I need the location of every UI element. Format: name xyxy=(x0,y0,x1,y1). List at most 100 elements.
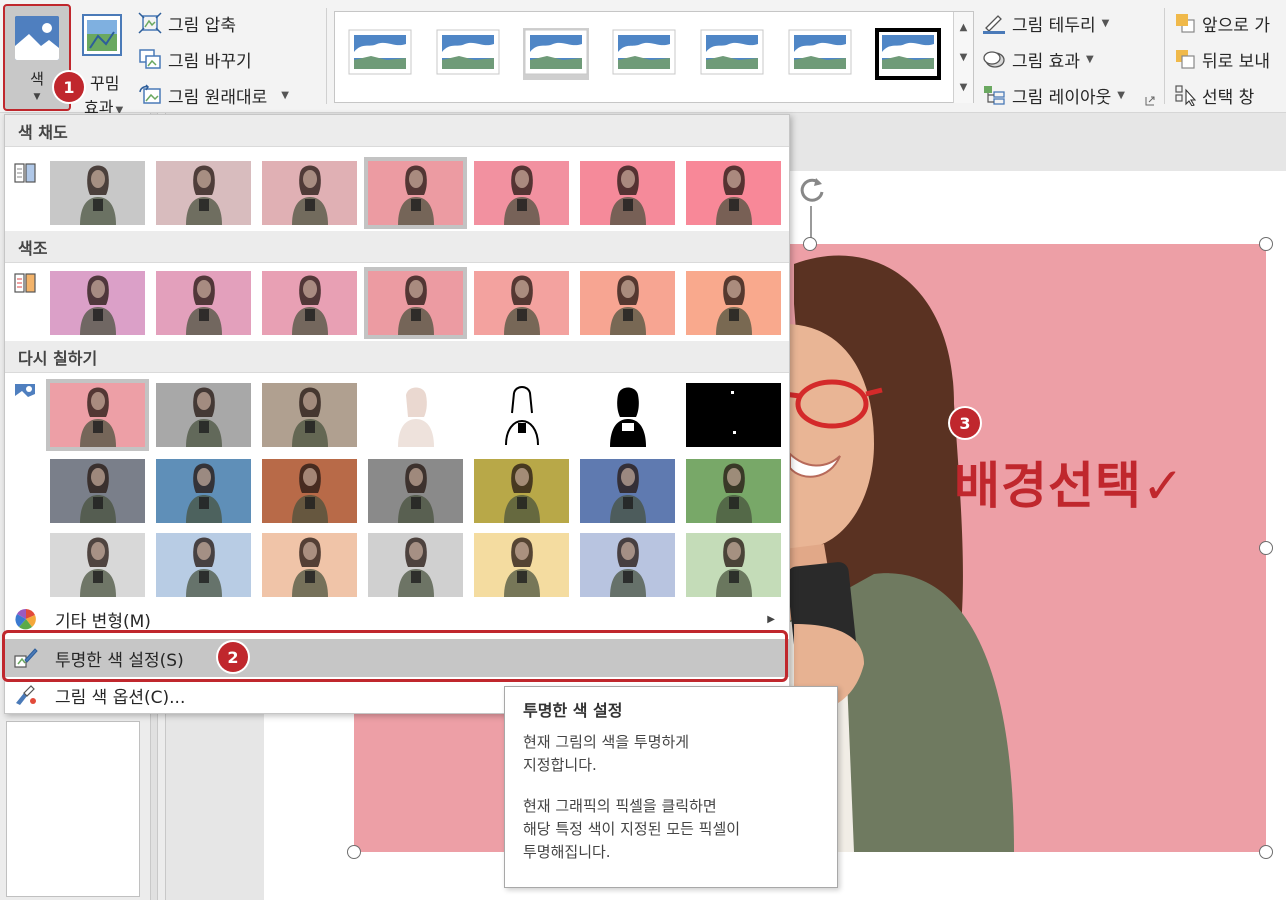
tone-icon xyxy=(13,271,37,295)
recolor-swatch-3-4[interactable] xyxy=(368,533,463,597)
compress-icon xyxy=(138,12,162,34)
recolor-swatch-1-3[interactable] xyxy=(262,383,357,447)
artistic-effects-icon xyxy=(82,14,122,56)
recolor-swatch-3-6[interactable] xyxy=(580,533,675,597)
picture-effects-icon xyxy=(982,48,1006,70)
tooltip-title: 투명한 색 설정 xyxy=(523,701,623,720)
saturation-swatch-1[interactable] xyxy=(50,161,145,225)
ribbon-separator xyxy=(326,8,327,104)
reset-picture-label: 그림 원래대로 xyxy=(168,87,268,108)
change-picture-button[interactable]: 그림 바꾸기 xyxy=(138,46,252,72)
recolor-swatch-1-5[interactable] xyxy=(474,383,569,447)
recolor-swatch-2-5[interactable] xyxy=(474,459,569,523)
resize-handle-right[interactable] xyxy=(1259,541,1273,555)
tone-swatch-4[interactable] xyxy=(364,267,467,339)
color-dropdown-menu: 색 채도 색조 다시 칠하기 기타 변형(M) ▶ 투명한 색 설정(S) 그림… xyxy=(4,114,790,714)
gallery-scroll-up-button[interactable]: ▲ xyxy=(953,12,973,42)
picture-style-thumb-1[interactable] xyxy=(347,28,413,80)
saturation-swatch-3[interactable] xyxy=(262,161,357,225)
recolor-header: 다시 칠하기 xyxy=(5,341,789,373)
tone-swatch-5[interactable] xyxy=(474,271,569,335)
saturation-header: 색 채도 xyxy=(5,115,789,147)
recolor-swatch-3-2[interactable] xyxy=(156,533,251,597)
saturation-swatch-2[interactable] xyxy=(156,161,251,225)
pen-border-icon xyxy=(982,12,1006,34)
dialog-launcher-icon[interactable] xyxy=(1144,92,1156,106)
resize-handle-top-left[interactable] xyxy=(803,237,817,251)
saturation-swatch-5[interactable] xyxy=(474,161,569,225)
saturation-swatch-4[interactable] xyxy=(364,157,467,229)
tooltip-spacer xyxy=(523,777,819,795)
saturation-swatch-7[interactable] xyxy=(686,161,781,225)
picture-border-button[interactable]: 그림 테두리 ▼ xyxy=(982,10,1109,36)
send-backward-label: 뒤로 보내 xyxy=(1202,51,1270,72)
ribbon-separator xyxy=(1164,8,1165,104)
recolor-swatch-1-1[interactable] xyxy=(46,379,149,451)
picture-style-thumb-4[interactable] xyxy=(611,28,677,80)
tone-swatch-2[interactable] xyxy=(156,271,251,335)
picture-style-thumb-3[interactable] xyxy=(523,28,589,80)
callout-text: 배경선택✓ xyxy=(954,457,1185,515)
resize-handle-bottom-right[interactable] xyxy=(1259,845,1273,859)
recolor-swatch-2-2[interactable] xyxy=(156,459,251,523)
change-picture-icon xyxy=(138,48,162,70)
recolor-swatch-2-4[interactable] xyxy=(368,459,463,523)
picture-style-thumb-5[interactable] xyxy=(699,28,765,80)
picture-layout-button[interactable]: 그림 레이아웃 ▼ xyxy=(982,82,1125,108)
gallery-scroll-down-button[interactable]: ▼ xyxy=(953,42,973,72)
picture-effects-label: 그림 효과 xyxy=(1012,51,1080,72)
picture-style-thumb-7[interactable] xyxy=(875,28,941,80)
tone-swatch-7[interactable] xyxy=(686,271,781,335)
recolor-swatch-2-1[interactable] xyxy=(50,459,145,523)
picture-effects-button[interactable]: 그림 효과 ▼ xyxy=(982,46,1094,72)
compress-pictures-label: 그림 압축 xyxy=(168,15,236,36)
tooltip-line: 지정합니다. xyxy=(523,756,597,774)
send-backward-button[interactable]: 뒤로 보내 xyxy=(1174,46,1270,72)
chevron-down-icon[interactable]: ▼ xyxy=(281,90,289,101)
tone-swatch-6[interactable] xyxy=(580,271,675,335)
reset-picture-button[interactable]: 그림 원래대로 ▼ xyxy=(138,82,289,108)
picture-styles-gallery[interactable]: ▲ ▼ ▼ xyxy=(334,11,974,103)
color-wheel-icon xyxy=(13,607,39,631)
artistic-effects-button[interactable]: 꾸밈 효과 ▼ xyxy=(76,8,132,117)
step-badge-3: 3 xyxy=(950,408,980,438)
bring-forward-button[interactable]: 앞으로 가 xyxy=(1174,10,1270,36)
slide-thumbnail[interactable] xyxy=(6,721,140,897)
recolor-swatch-2-7[interactable] xyxy=(686,459,781,523)
tone-swatch-1[interactable] xyxy=(50,271,145,335)
recolor-swatch-3-7[interactable] xyxy=(686,533,781,597)
resize-handle-top-right[interactable] xyxy=(1259,237,1273,251)
selection-pane-label: 선택 창 xyxy=(1202,87,1255,108)
tooltip-line: 현재 그림의 색을 투명하게 xyxy=(523,733,690,751)
recolor-swatch-1-6[interactable] xyxy=(580,383,675,447)
send-backward-icon xyxy=(1174,48,1196,70)
bring-forward-label: 앞으로 가 xyxy=(1202,15,1270,36)
recolor-swatch-3-5[interactable] xyxy=(474,533,569,597)
resize-handle-bottom-left[interactable] xyxy=(347,845,361,859)
color-options-icon xyxy=(13,683,39,707)
step-badge-2: 2 xyxy=(218,642,248,672)
selection-pane-button[interactable]: 선택 창 xyxy=(1174,82,1254,108)
picture-border-label: 그림 테두리 xyxy=(1012,15,1096,36)
submenu-arrow-icon: ▶ xyxy=(767,613,775,625)
saturation-swatch-6[interactable] xyxy=(580,161,675,225)
chevron-down-icon: ▼ xyxy=(1085,53,1094,65)
rotate-handle-icon[interactable] xyxy=(796,174,828,206)
bring-forward-icon xyxy=(1174,12,1196,34)
recolor-icon xyxy=(13,381,37,405)
picture-style-thumb-6[interactable] xyxy=(787,28,853,80)
recolor-swatch-2-3[interactable] xyxy=(262,459,357,523)
picture-color-icon xyxy=(15,16,59,60)
ribbon: 색 ▼ 꾸밈 효과 ▼ 그림 압축 그림 바꾸기 그림 원래대로 ▼ ▲ ▼ ▼… xyxy=(0,0,1286,117)
recolor-swatch-1-2[interactable] xyxy=(156,383,251,447)
picture-layout-icon xyxy=(982,84,1006,106)
tone-swatch-3[interactable] xyxy=(262,271,357,335)
recolor-swatch-3-3[interactable] xyxy=(262,533,357,597)
picture-style-thumb-2[interactable] xyxy=(435,28,501,80)
recolor-swatch-2-6[interactable] xyxy=(580,459,675,523)
recolor-swatch-1-4[interactable] xyxy=(368,383,463,447)
recolor-swatch-3-1[interactable] xyxy=(50,533,145,597)
compress-pictures-button[interactable]: 그림 압축 xyxy=(138,10,236,36)
gallery-more-button[interactable]: ▼ xyxy=(953,72,973,103)
recolor-swatch-1-7[interactable] xyxy=(686,383,781,447)
